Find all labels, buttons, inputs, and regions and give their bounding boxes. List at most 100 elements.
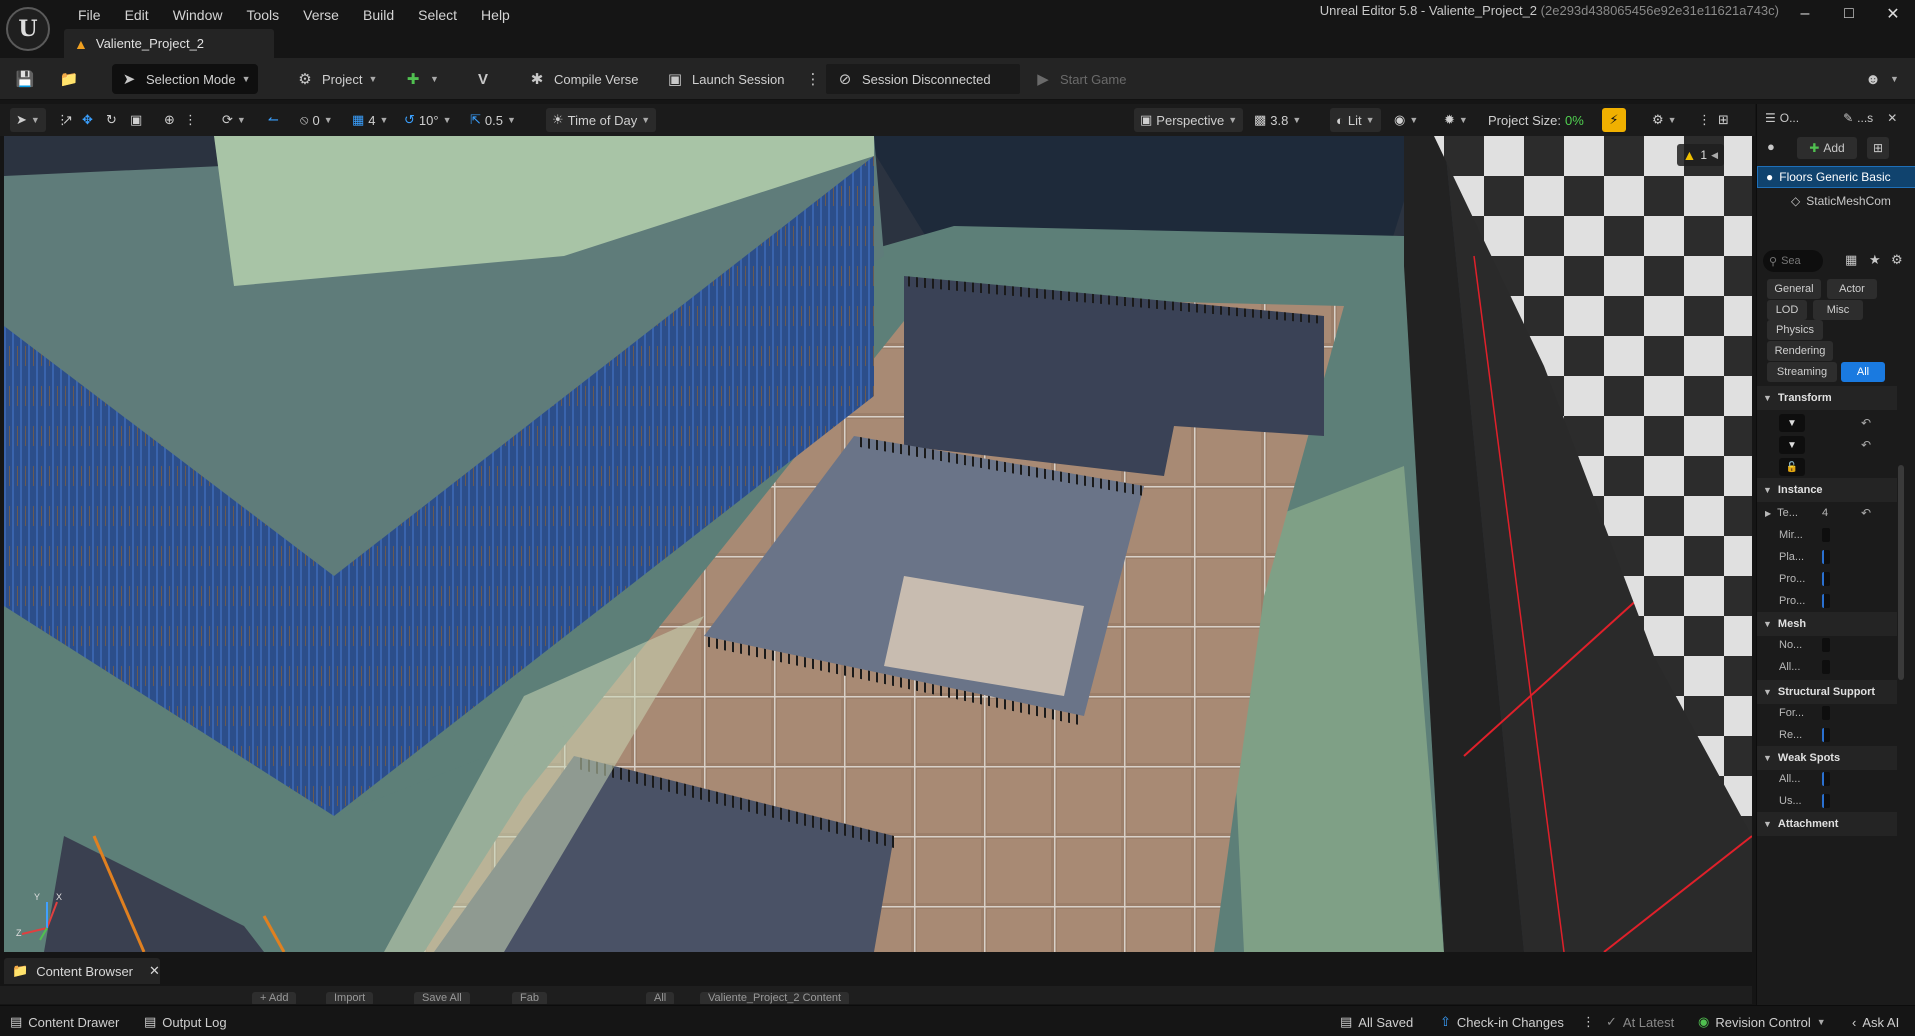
menu-file[interactable]: File bbox=[66, 7, 113, 23]
select-icon[interactable]: ↗ bbox=[62, 108, 73, 132]
mesh-prop-1[interactable]: All... bbox=[1757, 656, 1897, 678]
verse-button[interactable]: V bbox=[472, 64, 494, 94]
content-drawer-button[interactable]: ▤ Content Drawer bbox=[10, 1011, 119, 1033]
viewport-options-button[interactable]: ➤ ▼ bbox=[10, 108, 46, 132]
more-vertical-icon[interactable]: ⋮ bbox=[1698, 108, 1711, 132]
category-streaming[interactable]: Streaming bbox=[1767, 362, 1837, 382]
weak-prop-0-value[interactable] bbox=[1822, 772, 1830, 786]
compile-verse-button[interactable]: ✱ Compile Verse bbox=[526, 64, 639, 94]
gear-icon[interactable]: ⚙ bbox=[1891, 252, 1903, 268]
instance-prop-2-value[interactable] bbox=[1822, 550, 1830, 564]
surface-snap-icon[interactable]: ↼ bbox=[268, 108, 279, 132]
project-button[interactable]: ⚙ Project ▼ bbox=[294, 64, 377, 94]
users-button[interactable]: ☻ ▼ bbox=[1862, 64, 1899, 94]
cb-fab-button[interactable]: Fab bbox=[512, 992, 547, 1004]
table-view-icon[interactable]: ▦ bbox=[1845, 252, 1857, 268]
viewport-settings-button[interactable]: ⚙ ▼ bbox=[1652, 108, 1677, 132]
structural-prop-0-value[interactable] bbox=[1822, 706, 1830, 720]
close-icon[interactable]: ✕ bbox=[1871, 0, 1915, 28]
category-general[interactable]: General bbox=[1767, 279, 1821, 299]
instance-prop-3[interactable]: Pro... bbox=[1757, 568, 1897, 590]
close-panel-icon[interactable]: ✕ bbox=[1887, 111, 1897, 125]
all-saved-button[interactable]: ▤ All Saved bbox=[1340, 1011, 1413, 1033]
cb-add-button[interactable]: + Add bbox=[252, 992, 297, 1004]
check-in-button[interactable]: ⇧ Check-in Changes bbox=[1440, 1011, 1564, 1033]
mesh-prop-1-value[interactable] bbox=[1822, 660, 1830, 674]
selection-mode-button[interactable]: ➤ Selection Mode ▼ bbox=[112, 64, 258, 94]
world-local-icon[interactable]: ⊕ bbox=[164, 108, 175, 132]
mesh-prop-0[interactable]: No... bbox=[1757, 634, 1897, 656]
perspective-button[interactable]: ▣ Perspective ▼ bbox=[1134, 108, 1244, 132]
star-icon[interactable]: ★ bbox=[1869, 252, 1881, 268]
rotate-icon[interactable]: ↻ bbox=[106, 108, 117, 132]
content-browser-tab[interactable]: 📁 Content Browser ✕ bbox=[4, 958, 160, 984]
cb-save-all-button[interactable]: Save All bbox=[414, 992, 470, 1004]
add-component-button[interactable]: ✚ Add bbox=[1797, 137, 1857, 159]
revision-control-button[interactable]: ◉ Revision Control ▼ bbox=[1698, 1011, 1826, 1033]
location-dropdown[interactable]: ▼ bbox=[1779, 414, 1805, 432]
section-mesh[interactable]: ▼ Mesh bbox=[1757, 612, 1897, 636]
category-physics[interactable]: Physics bbox=[1767, 320, 1823, 340]
details-scrollbar[interactable] bbox=[1898, 465, 1904, 680]
performance-button[interactable]: ✹ ▼ bbox=[1444, 108, 1468, 132]
menu-window[interactable]: Window bbox=[161, 7, 235, 23]
instance-prop-1-value[interactable] bbox=[1822, 528, 1830, 542]
section-structural-support[interactable]: ▼ Structural Support bbox=[1757, 680, 1897, 704]
section-instance[interactable]: ▼ Instance bbox=[1757, 478, 1897, 502]
show-flags-button[interactable]: ◉ ▼ bbox=[1394, 108, 1418, 132]
lit-button[interactable]: ◐ Lit ▼ bbox=[1330, 108, 1381, 132]
layout-icon[interactable]: ⊞ bbox=[1718, 108, 1729, 132]
maximize-icon[interactable]: □ bbox=[1827, 0, 1871, 28]
rotation-dropdown[interactable]: ▼ bbox=[1779, 436, 1805, 454]
structural-prop-1[interactable]: Re... bbox=[1757, 724, 1897, 746]
minimize-icon[interactable]: – bbox=[1783, 0, 1827, 28]
ask-ai-button[interactable]: ‹ Ask AI bbox=[1852, 1011, 1899, 1033]
status-more-button[interactable]: ⋮ bbox=[1582, 1011, 1595, 1033]
structural-prop-1-value[interactable] bbox=[1822, 728, 1830, 742]
scale-lock-icon[interactable]: 🔓 bbox=[1779, 458, 1805, 476]
cb-path-all[interactable]: All bbox=[646, 992, 675, 1004]
instance-prop-2[interactable]: Pla... bbox=[1757, 546, 1897, 568]
browse-button[interactable]: 📁 bbox=[58, 64, 80, 94]
project-size[interactable]: Project Size: 0% bbox=[1488, 108, 1584, 132]
outliner-child-row[interactable]: ◇ StaticMeshCom bbox=[1757, 190, 1915, 212]
outliner-selected-row[interactable]: ● Floors Generic Basic bbox=[1757, 166, 1915, 188]
menu-build[interactable]: Build bbox=[351, 7, 406, 23]
category-actor[interactable]: Actor bbox=[1827, 279, 1877, 299]
instance-prop-4[interactable]: Pro... bbox=[1757, 590, 1897, 612]
project-tab[interactable]: ▲ Valiente_Project_2 bbox=[64, 29, 274, 58]
output-log-button[interactable]: ▤ Output Log bbox=[144, 1011, 227, 1033]
start-game-button[interactable]: ▶ Start Game bbox=[1032, 64, 1126, 94]
section-transform[interactable]: ▼ Transform bbox=[1757, 386, 1897, 410]
reset-icon[interactable]: ↶ bbox=[1861, 438, 1871, 452]
translate-icon[interactable]: ✥ bbox=[82, 108, 93, 132]
weak-prop-0[interactable]: All... bbox=[1757, 768, 1897, 790]
instance-prop-4-value[interactable] bbox=[1822, 594, 1830, 608]
instance-prop-0[interactable]: ▶ Te... 4 ↶ bbox=[1757, 502, 1897, 524]
section-weak-spots[interactable]: ▼ Weak Spots bbox=[1757, 746, 1897, 770]
details-tab[interactable]: ...s bbox=[1857, 111, 1873, 125]
section-attachment[interactable]: ▼ Attachment bbox=[1757, 812, 1897, 836]
save-button[interactable]: 💾 bbox=[14, 64, 36, 94]
cb-path-content[interactable]: Valiente_Project_2 Content bbox=[700, 992, 850, 1004]
more-vertical-icon[interactable]: ⋮ bbox=[184, 108, 197, 132]
weak-prop-1-value[interactable] bbox=[1822, 794, 1830, 808]
scale-snap-button[interactable]: ⇱ 0.5 ▼ bbox=[470, 108, 516, 132]
cb-import-button[interactable]: Import bbox=[326, 992, 374, 1004]
category-lod[interactable]: LOD bbox=[1767, 300, 1807, 320]
category-rendering[interactable]: Rendering bbox=[1767, 341, 1833, 361]
session-more-button[interactable]: ⋮ bbox=[802, 64, 824, 94]
details-search-input[interactable]: ⚲ Sea bbox=[1763, 250, 1823, 272]
angle-snap-button[interactable]: ↺ 10° ▼ bbox=[404, 108, 452, 132]
scalability-icon[interactable]: ⚡ bbox=[1602, 108, 1626, 132]
add-actor-button[interactable]: ✚ ▼ bbox=[402, 64, 439, 94]
close-icon[interactable]: ✕ bbox=[149, 963, 160, 979]
instance-prop-1[interactable]: Mir... bbox=[1757, 524, 1897, 546]
launch-session-button[interactable]: ▣ Launch Session bbox=[664, 64, 785, 94]
time-of-day-button[interactable]: ☀ Time of Day ▼ bbox=[546, 108, 657, 132]
unreal-logo-icon[interactable]: U bbox=[6, 7, 50, 51]
category-misc[interactable]: Misc bbox=[1813, 300, 1863, 320]
reset-icon[interactable]: ↶ bbox=[1861, 506, 1871, 520]
menu-verse[interactable]: Verse bbox=[291, 7, 351, 23]
camera-speed-button[interactable]: ▩ 3.8 ▼ bbox=[1254, 108, 1301, 132]
